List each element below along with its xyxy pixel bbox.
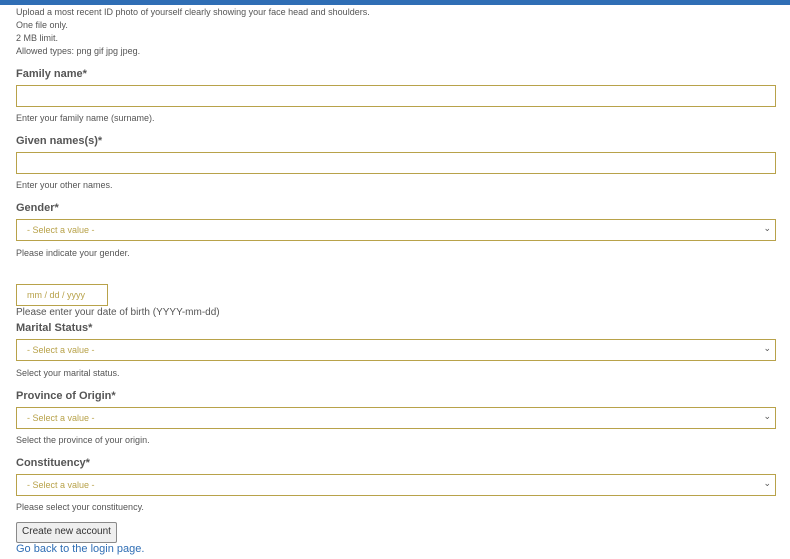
given-names-input[interactable] <box>16 152 776 174</box>
upload-help-line: Allowed types: png gif jpg jpeg. <box>16 46 141 56</box>
chevron-down-icon: ⌄ <box>763 223 771 233</box>
chevron-down-icon: ⌄ <box>763 478 771 488</box>
gender-help: Please indicate your gender. <box>16 248 130 258</box>
chevron-down-icon: ⌄ <box>763 343 771 353</box>
constituency-help: Please select your constituency. <box>16 502 144 512</box>
marital-status-help: Select your marital status. <box>16 368 120 378</box>
date-placeholder: mm / dd / yyyy <box>27 290 86 300</box>
marital-status-select[interactable]: - Select a value - ⌄ <box>16 339 776 361</box>
upload-help-line: Upload a most recent ID photo of yoursel… <box>16 7 370 17</box>
chevron-down-icon: ⌄ <box>763 411 771 421</box>
gender-select[interactable]: - Select a value - ⌄ <box>16 219 776 241</box>
upload-help-line: One file only. <box>16 20 68 30</box>
gender-label: Gender* <box>16 202 59 214</box>
family-name-input[interactable] <box>16 85 776 107</box>
province-select[interactable]: - Select a value - ⌄ <box>16 407 776 429</box>
upload-help-line: 2 MB limit. <box>16 33 59 43</box>
province-help: Select the province of your origin. <box>16 435 150 445</box>
top-accent-bar <box>0 0 790 5</box>
family-name-help: Enter your family name (surname). <box>16 113 155 123</box>
province-label: Province of Origin* <box>16 390 116 402</box>
constituency-selected-value: - Select a value - <box>27 480 95 490</box>
date-of-birth-input[interactable]: mm / dd / yyyy <box>16 284 108 306</box>
marital-status-selected-value: - Select a value - <box>27 345 95 355</box>
login-link[interactable]: Go back to the login page. <box>16 543 144 555</box>
create-account-button[interactable]: Create new account <box>16 522 117 543</box>
marital-status-label: Marital Status* <box>16 322 93 334</box>
constituency-label: Constituency* <box>16 457 90 469</box>
constituency-select[interactable]: - Select a value - ⌄ <box>16 474 776 496</box>
date-of-birth-help: Please enter your date of birth (YYYY-mm… <box>16 307 220 318</box>
given-names-label: Given names(s)* <box>16 135 103 147</box>
province-selected-value: - Select a value - <box>27 413 95 423</box>
family-name-label: Family name* <box>16 68 87 80</box>
given-names-help: Enter your other names. <box>16 180 113 190</box>
gender-selected-value: - Select a value - <box>27 225 95 235</box>
